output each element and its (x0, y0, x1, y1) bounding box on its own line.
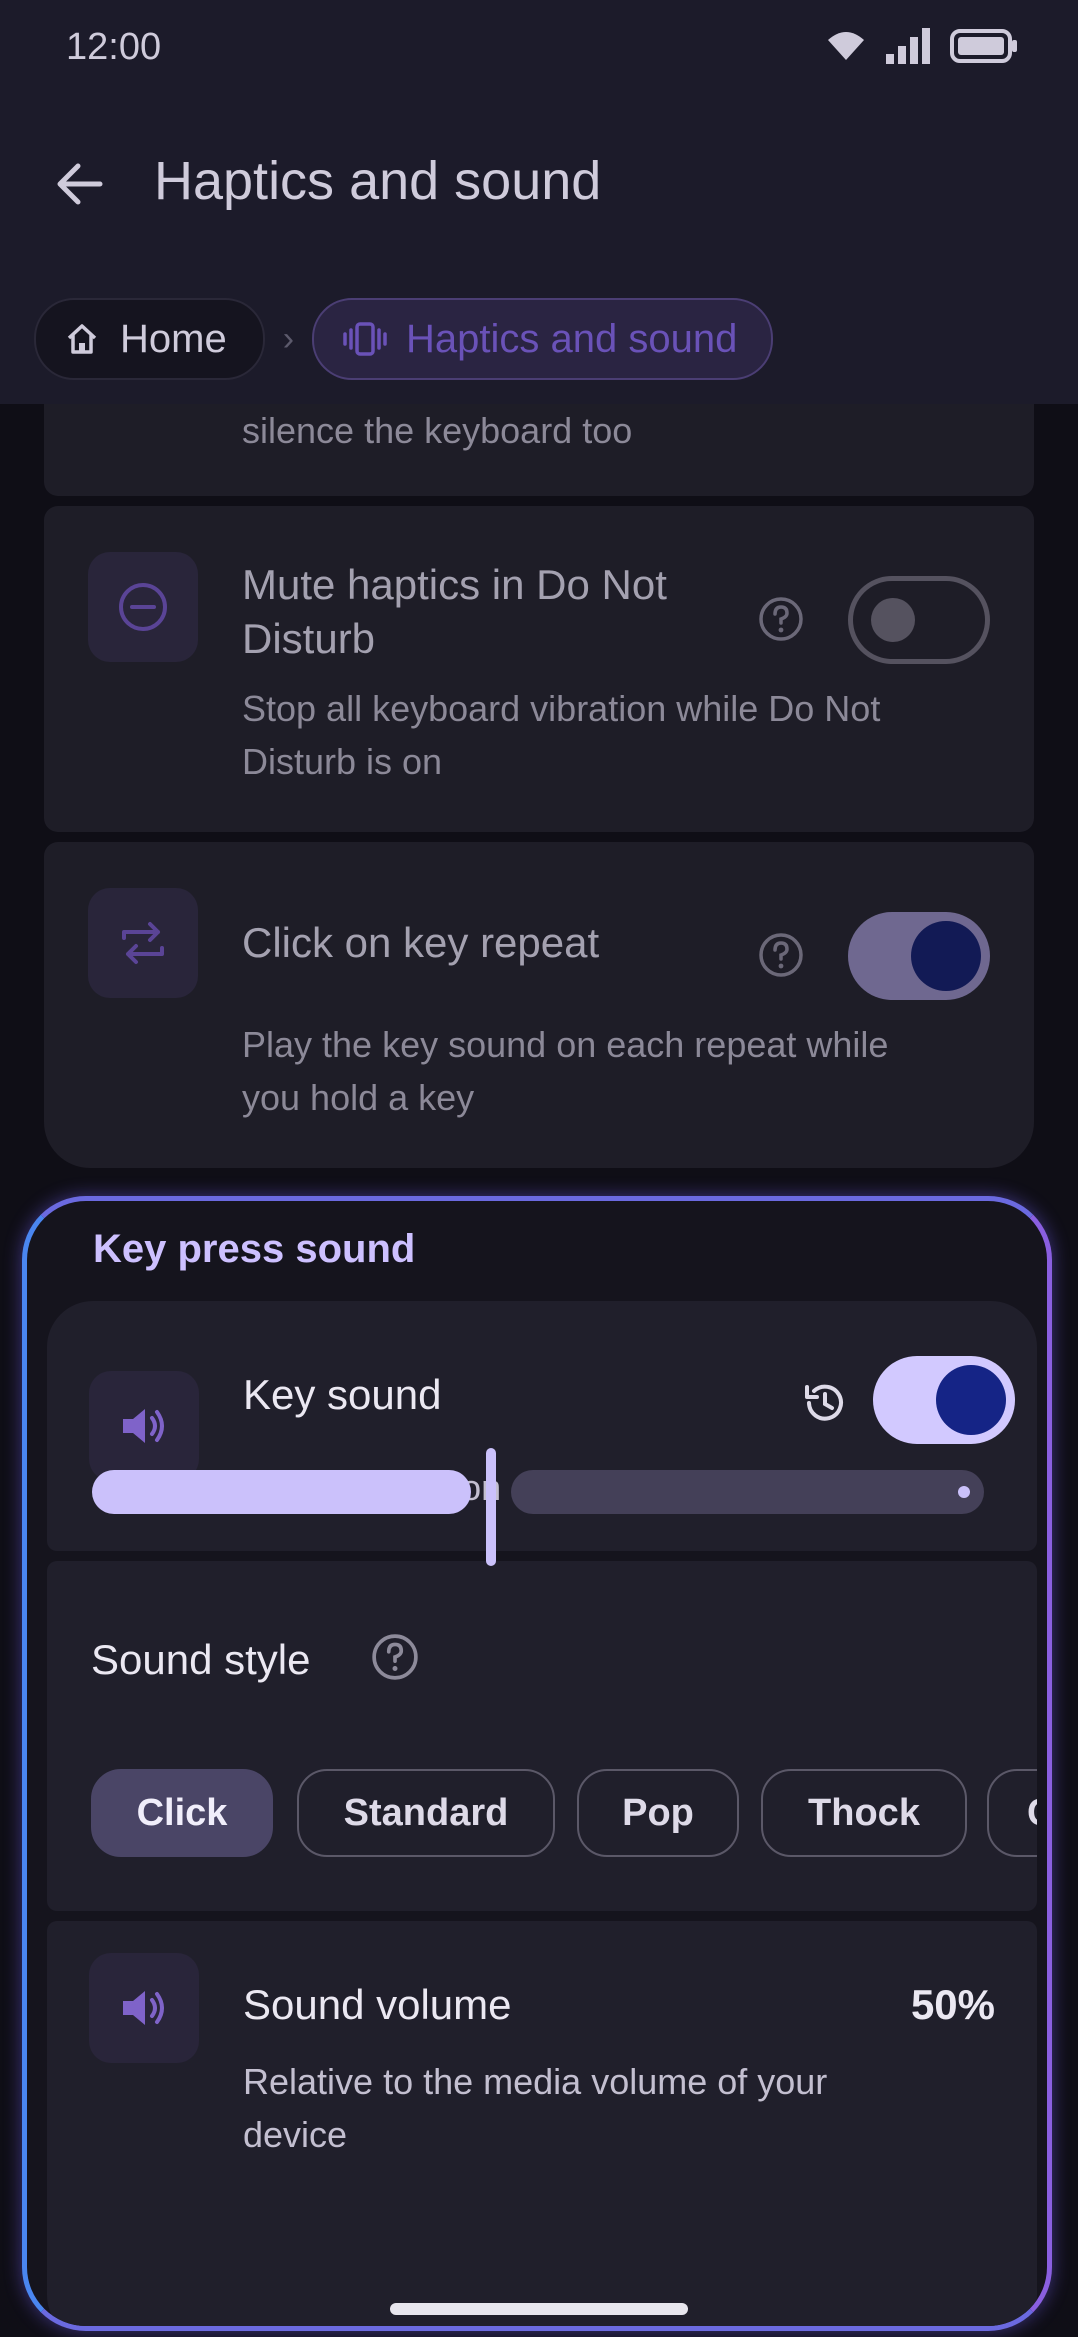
speaker-icon (123, 1991, 164, 2025)
settings-item-mute-haptics-dnd[interactable]: Mute haptics in Do Not Disturb Stop all … (44, 506, 1034, 832)
wifi-icon (828, 32, 864, 60)
icon-container (88, 552, 198, 662)
page-title: Haptics and sound (154, 151, 602, 211)
volume-slider-inactive-track[interactable] (511, 1470, 984, 1514)
breadcrumb-current[interactable]: Haptics and sound (312, 298, 774, 380)
item-title-line2: Disturb (242, 615, 376, 662)
sound-style-chip-click[interactable]: Click (91, 1769, 273, 1857)
volume-slider-stop-dot (958, 1486, 970, 1498)
sound-style-chip-thock[interactable]: Thock (761, 1769, 967, 1857)
chevron-right-icon: › (282, 319, 295, 358)
status-time: 12:00 (66, 26, 162, 68)
item-title: Sound volume (243, 1981, 512, 2028)
icon-container (89, 1371, 199, 1481)
toggle-knob (911, 921, 981, 991)
repeat-icon (122, 922, 164, 964)
mute-haptics-dnd-toggle[interactable] (848, 576, 990, 664)
battery-icon (950, 29, 1017, 63)
key-sound-toggle[interactable] (873, 1356, 1015, 1444)
volume-slider-active-track[interactable] (92, 1470, 471, 1514)
home-icon (67, 324, 97, 354)
breadcrumb-home-label: Home (120, 316, 227, 361)
top-app-bar: 12:00 Haptics and sound Home › Haptics a… (0, 0, 1078, 404)
do-not-disturb-icon (119, 583, 167, 631)
item-subtitle-line1: Relative to the media volume of your (243, 2061, 828, 2102)
click-on-key-repeat-toggle[interactable] (848, 912, 990, 1000)
breadcrumb-current-label: Haptics and sound (406, 316, 738, 361)
volume-value: 50% (910, 1981, 995, 2028)
gesture-home-bar[interactable] (390, 2303, 688, 2315)
sound-style-chip-partial[interactable]: C (987, 1769, 1037, 1857)
sound-style-chip-pop[interactable]: Pop (577, 1769, 739, 1857)
settings-item-sound-volume: Sound volume 50% Relative to the media v… (47, 1921, 1037, 2326)
item-subtitle-line2: you hold a key (242, 1077, 475, 1118)
icon-container (89, 1953, 199, 2063)
settings-item-click-on-key-repeat[interactable]: Click on key repeat Play the key sound o… (44, 842, 1034, 1168)
signal-icon (886, 28, 930, 64)
item-title-line1: Mute haptics in Do Not (242, 561, 667, 608)
restore-default-icon[interactable] (801, 1379, 849, 1427)
vibration-icon (343, 322, 387, 356)
help-icon[interactable] (758, 932, 804, 978)
volume-slider-thumb[interactable] (486, 1448, 496, 1566)
help-icon[interactable] (758, 596, 804, 642)
item-subtitle: silence the keyboard too (242, 410, 633, 451)
settings-item-partial[interactable]: silence the keyboard too (44, 404, 1034, 496)
item-title: Sound style (91, 1636, 311, 1683)
toggle-knob (936, 1365, 1006, 1435)
settings-item-sound-style: Sound style Click Standard Pop Thock C (47, 1561, 1037, 1911)
sound-style-chips[interactable]: Click Standard Pop Thock C (47, 1769, 1037, 1859)
speaker-icon (123, 1409, 164, 1443)
item-subtitle-line1: Stop all keyboard vibration while Do Not (242, 688, 881, 729)
breadcrumb: Home › Haptics and sound (34, 298, 774, 380)
item-subtitle-line1: Play the key sound on each repeat while (242, 1024, 889, 1065)
item-subtitle-line2: device (243, 2114, 348, 2155)
status-icons (826, 28, 1018, 64)
back-arrow-icon[interactable] (50, 154, 110, 214)
breadcrumb-home[interactable]: Home (34, 298, 265, 380)
key-press-sound-section: Key press sound Key sound Play a sound o… (22, 1196, 1052, 2331)
icon-container (88, 888, 198, 998)
help-icon[interactable] (371, 1633, 419, 1681)
item-subtitle-line2: Disturb is on (242, 741, 443, 782)
sound-style-chip-standard[interactable]: Standard (297, 1769, 555, 1857)
item-title: Key sound (243, 1371, 442, 1418)
toggle-knob (871, 598, 915, 642)
item-title: Click on key repeat (242, 919, 600, 966)
section-title: Key press sound (93, 1227, 416, 1271)
